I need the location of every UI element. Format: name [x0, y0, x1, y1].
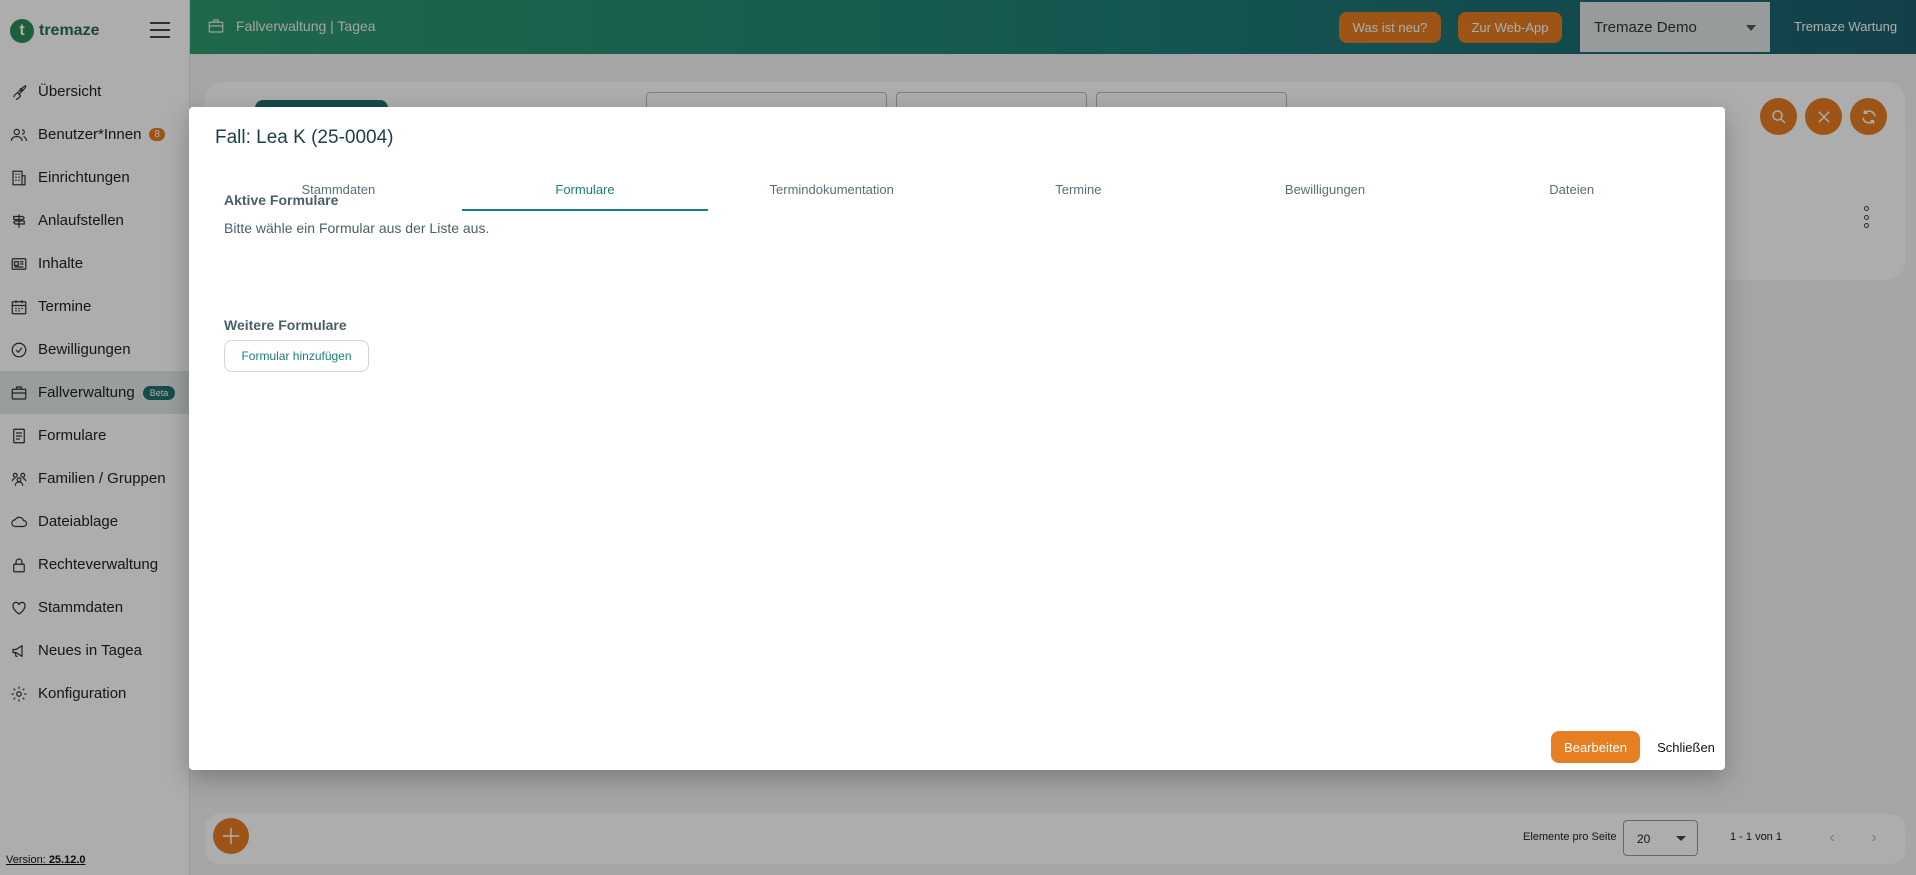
tab-dateien[interactable]: Dateien [1448, 167, 1695, 211]
active-forms-heading: Aktive Formulare [224, 192, 339, 208]
case-dialog: Fall: Lea K (25-0004) Stammdaten Formula… [189, 107, 1725, 770]
empty-state-text: Bitte wähle ein Formular aus der Liste a… [224, 220, 490, 236]
dialog-tabs: Stammdaten Formulare Termindokumentation… [215, 167, 1695, 211]
tab-termine[interactable]: Termine [955, 167, 1202, 211]
tab-bewilligungen[interactable]: Bewilligungen [1202, 167, 1449, 211]
tab-termindokumentation[interactable]: Termindokumentation [708, 167, 955, 211]
add-form-button[interactable]: Formular hinzufügen [224, 340, 369, 372]
edit-button[interactable]: Bearbeiten [1551, 731, 1640, 763]
tab-formulare[interactable]: Formulare [461, 167, 709, 211]
close-button[interactable]: Schließen [1651, 731, 1721, 763]
more-forms-heading: Weitere Formulare [224, 317, 347, 333]
dialog-title: Fall: Lea K (25-0004) [215, 127, 394, 148]
